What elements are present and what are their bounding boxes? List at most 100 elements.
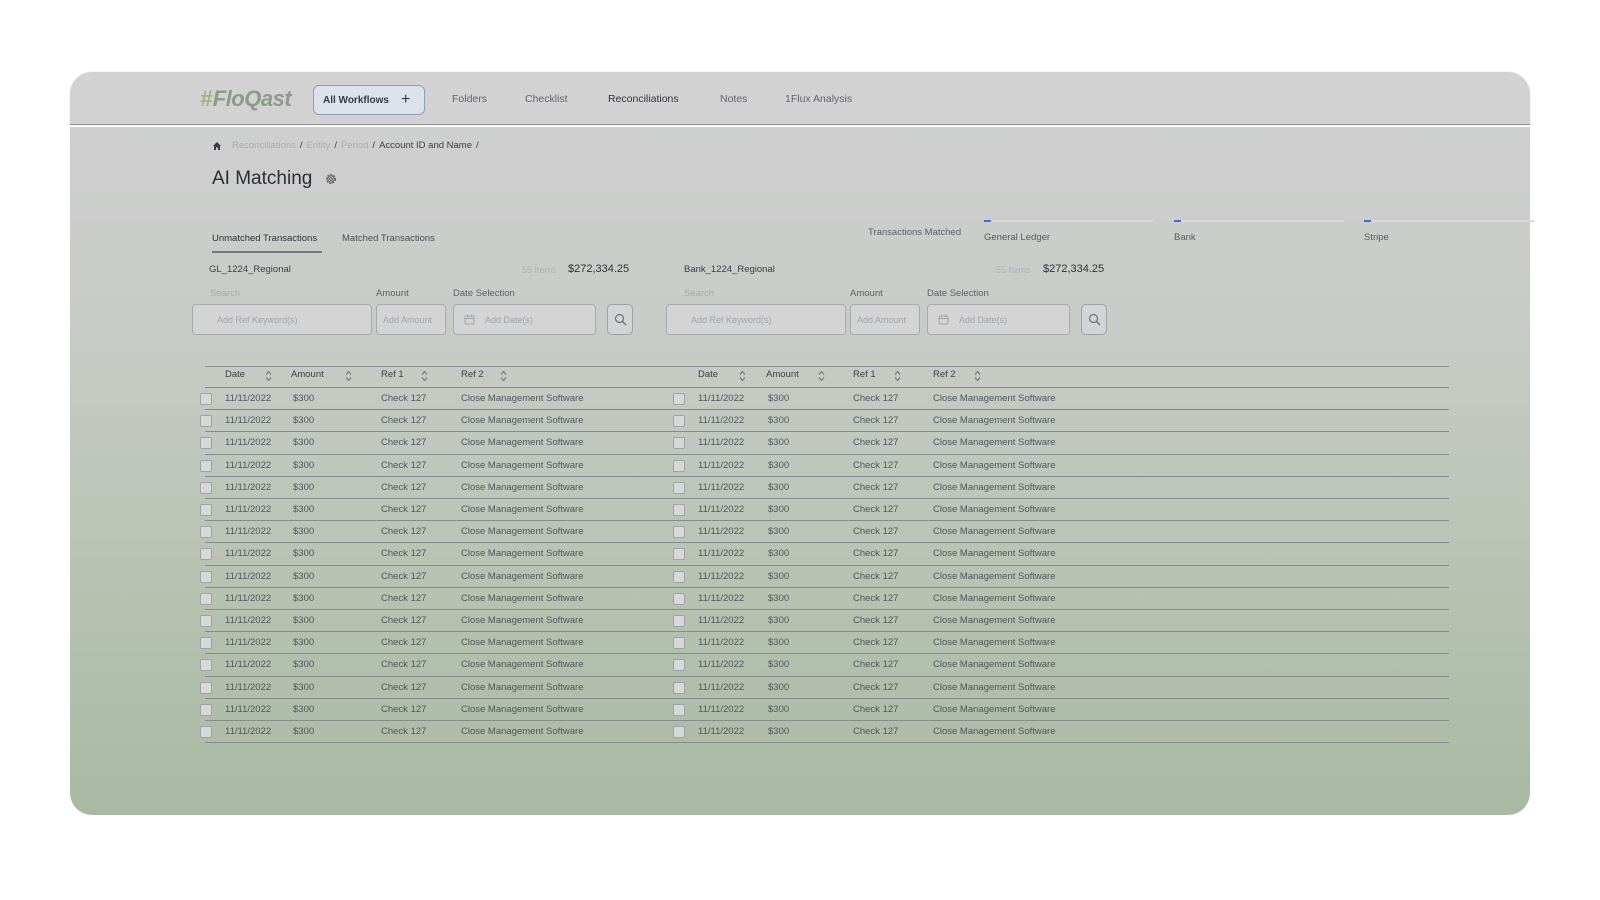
right-row-checkbox[interactable] <box>673 415 685 428</box>
left-cell-date: 11/11/2022 <box>225 393 272 404</box>
left-cell-ref1: Check 127 <box>381 681 427 693</box>
left-search-input[interactable]: Add Ref Keyword(s) <box>192 304 372 335</box>
nav-folders[interactable]: Folders <box>452 93 487 105</box>
left-row-checkbox[interactable] <box>200 592 212 605</box>
right-row-checkbox[interactable] <box>673 637 685 650</box>
right-search-button[interactable] <box>1081 304 1107 335</box>
left-cell-ref1: Check 127 <box>381 592 427 604</box>
right-row-checkbox[interactable] <box>673 548 685 561</box>
left-cell-ref1: Check 127 <box>381 548 427 560</box>
sort-icon[interactable] <box>974 369 981 382</box>
tab-matched-transactions[interactable]: Matched Transactions <box>342 233 435 244</box>
breadcrumb-entity[interactable]: Entity <box>307 140 331 151</box>
sort-icon[interactable] <box>265 369 272 382</box>
left-row-checkbox[interactable] <box>200 481 212 494</box>
right-row-checkbox[interactable] <box>673 504 685 516</box>
table-header-divider <box>205 387 1449 388</box>
left-row-checkbox[interactable] <box>200 659 212 672</box>
right-column-header-ref-1[interactable]: Ref 1 <box>853 369 876 380</box>
sort-icon[interactable] <box>500 369 507 382</box>
right-cell-amount: $300 <box>768 459 790 471</box>
right-row-checkbox[interactable] <box>673 393 685 405</box>
left-row-checkbox[interactable] <box>200 459 212 472</box>
table-row-divider <box>205 475 1449 477</box>
left-date-input[interactable]: Add Date(s) <box>453 304 596 335</box>
left-row-checkbox[interactable] <box>200 504 212 516</box>
left-row-checkbox[interactable] <box>200 637 212 650</box>
left-column-header-ref-1[interactable]: Ref 1 <box>381 369 404 380</box>
nav-flux-analysis[interactable]: 1Flux Analysis <box>785 93 852 105</box>
right-search-input[interactable]: Add Ref Keyword(s) <box>666 304 846 335</box>
left-account-name: GL_1224_Regional <box>209 264 291 275</box>
breadcrumb-separator: / <box>334 140 337 151</box>
right-row-checkbox[interactable] <box>673 726 685 738</box>
left-column-header-ref-2[interactable]: Ref 2 <box>461 369 484 380</box>
left-row-checkbox[interactable] <box>200 570 212 583</box>
sort-icon[interactable] <box>421 369 428 382</box>
left-cell-ref1: Check 127 <box>381 703 427 715</box>
right-column-header-date[interactable]: Date <box>698 369 718 380</box>
sort-icon[interactable] <box>894 369 901 382</box>
left-row-checkbox[interactable] <box>200 437 212 450</box>
table-row-divider <box>205 720 1449 721</box>
right-cell-ref1: Check 127 <box>853 570 899 582</box>
right-cell-ref1: Check 127 <box>853 637 899 649</box>
right-cell-amount: $300 <box>768 504 790 515</box>
nav-notes[interactable]: Notes <box>720 93 747 105</box>
right-cell-date: 11/11/2022 <box>698 570 745 582</box>
left-row-checkbox[interactable] <box>200 548 212 561</box>
left-row-checkbox[interactable] <box>200 726 212 738</box>
table-row-divider <box>205 697 1449 699</box>
right-row-checkbox[interactable] <box>673 592 685 605</box>
all-workflows-label: All Workflows <box>323 94 389 106</box>
breadcrumb-period[interactable]: Period <box>341 140 368 151</box>
right-row-checkbox[interactable] <box>673 659 685 672</box>
left-row-checkbox[interactable] <box>200 681 212 694</box>
floqast-logo[interactable]: #FloQast <box>200 86 292 112</box>
right-row-checkbox[interactable] <box>673 615 685 627</box>
right-row-checkbox[interactable] <box>673 437 685 450</box>
left-row-checkbox[interactable] <box>200 393 212 405</box>
sort-icon[interactable] <box>345 369 352 382</box>
right-date-input[interactable]: Add Date(s) <box>927 304 1070 335</box>
calendar-icon <box>464 314 475 325</box>
breadcrumb-separator: / <box>299 140 303 151</box>
left-cell-date: 11/11/2022 <box>225 459 272 471</box>
right-cell-ref1: Check 127 <box>853 481 899 493</box>
left-cell-date: 11/11/2022 <box>225 548 272 560</box>
tab-unmatched-transactions[interactable]: Unmatched Transactions <box>212 233 317 244</box>
right-row-checkbox[interactable] <box>673 570 685 583</box>
all-workflows-button[interactable]: All Workflows + <box>313 85 425 115</box>
progress-label-bank: Bank <box>1174 232 1196 243</box>
left-column-header-amount[interactable]: Amount <box>291 369 324 380</box>
left-row-checkbox[interactable] <box>200 415 212 428</box>
right-column-header-ref-2[interactable]: Ref 2 <box>933 369 956 380</box>
nav-reconciliations[interactable]: Reconciliations <box>608 93 679 105</box>
sort-icon[interactable] <box>739 369 746 382</box>
left-row-checkbox[interactable] <box>200 703 212 716</box>
nav-checklist[interactable]: Checklist <box>525 93 568 105</box>
left-column-header-date[interactable]: Date <box>225 369 245 380</box>
right-amount-input[interactable]: Add Amount <box>850 304 920 335</box>
left-row-checkbox[interactable] <box>200 526 212 539</box>
left-search-button[interactable] <box>607 304 633 335</box>
left-row-checkbox[interactable] <box>200 615 212 627</box>
right-row-checkbox[interactable] <box>673 681 685 694</box>
left-cell-amount: $300 <box>293 459 315 471</box>
right-row-checkbox[interactable] <box>673 526 685 539</box>
right-cell-ref2: Close Management Software <box>933 437 1056 449</box>
right-cell-date: 11/11/2022 <box>698 437 745 449</box>
right-cell-ref1: Check 127 <box>853 459 899 471</box>
home-icon[interactable] <box>212 141 222 151</box>
left-cell-ref2: Close Management Software <box>461 459 584 471</box>
right-row-checkbox[interactable] <box>673 459 685 472</box>
sort-icon[interactable] <box>818 369 825 382</box>
left-cell-ref2: Close Management Software <box>461 615 584 626</box>
left-cell-ref1: Check 127 <box>381 459 427 471</box>
left-amount-input[interactable]: Add Amount <box>376 304 446 335</box>
gear-icon[interactable] <box>324 172 338 186</box>
right-row-checkbox[interactable] <box>673 481 685 494</box>
right-column-header-amount[interactable]: Amount <box>766 369 799 380</box>
breadcrumb-reconciliations[interactable]: Reconciliations <box>232 140 296 151</box>
right-row-checkbox[interactable] <box>673 703 685 716</box>
